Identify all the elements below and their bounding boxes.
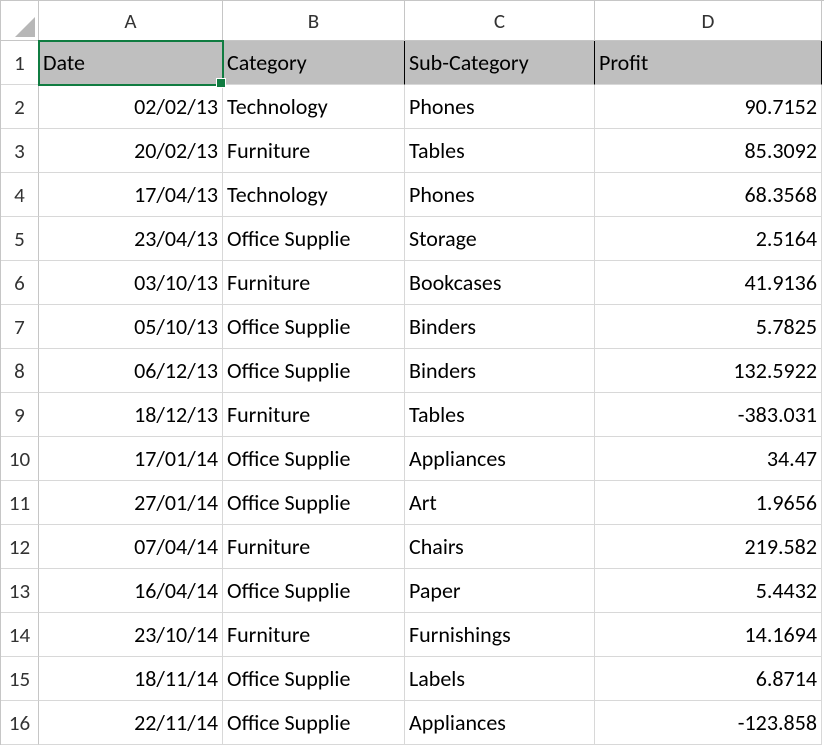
row-header[interactable]: 12 xyxy=(1,525,39,569)
cell[interactable]: Office Supplie xyxy=(223,437,405,481)
cell[interactable]: Art xyxy=(405,481,595,525)
cell[interactable]: Furniture xyxy=(223,261,405,305)
row-header[interactable]: 8 xyxy=(1,349,39,393)
cell[interactable]: Phones xyxy=(405,173,595,217)
cell[interactable]: -383.031 xyxy=(595,393,822,437)
row-header[interactable]: 16 xyxy=(1,701,39,745)
cell[interactable]: Furnishings xyxy=(405,613,595,657)
cell[interactable]: 90.7152 xyxy=(595,85,822,129)
header-cell[interactable]: Profit xyxy=(595,41,822,85)
cell[interactable]: Office Supplie xyxy=(223,701,405,745)
row-header[interactable]: 1 xyxy=(1,41,39,85)
cell[interactable]: 85.3092 xyxy=(595,129,822,173)
row-header[interactable]: 4 xyxy=(1,173,39,217)
cell[interactable]: Technology xyxy=(223,85,405,129)
cell[interactable]: 06/12/13 xyxy=(39,349,223,393)
cell[interactable]: 23/04/13 xyxy=(39,217,223,261)
cell[interactable]: 34.47 xyxy=(595,437,822,481)
cell[interactable]: Office Supplie xyxy=(223,657,405,701)
cell[interactable]: 22/11/14 xyxy=(39,701,223,745)
row-header[interactable]: 6 xyxy=(1,261,39,305)
cell[interactable]: Tables xyxy=(405,129,595,173)
cell[interactable]: 68.3568 xyxy=(595,173,822,217)
cell[interactable]: 17/04/13 xyxy=(39,173,223,217)
row-header[interactable]: 2 xyxy=(1,85,39,129)
cell[interactable]: Furniture xyxy=(223,613,405,657)
cell[interactable]: Binders xyxy=(405,349,595,393)
header-cell[interactable]: Date xyxy=(39,41,223,85)
cell[interactable]: 05/10/13 xyxy=(39,305,223,349)
cell[interactable]: 18/11/14 xyxy=(39,657,223,701)
row-header[interactable]: 5 xyxy=(1,217,39,261)
cell[interactable]: Furniture xyxy=(223,525,405,569)
cell[interactable]: 23/10/14 xyxy=(39,613,223,657)
cell[interactable]: Furniture xyxy=(223,129,405,173)
cell[interactable]: 132.5922 xyxy=(595,349,822,393)
cell[interactable]: 219.582 xyxy=(595,525,822,569)
cell[interactable]: Binders xyxy=(405,305,595,349)
cell[interactable]: 2.5164 xyxy=(595,217,822,261)
row-header[interactable]: 9 xyxy=(1,393,39,437)
cell[interactable]: 16/04/14 xyxy=(39,569,223,613)
cell[interactable]: 18/12/13 xyxy=(39,393,223,437)
row-header[interactable]: 10 xyxy=(1,437,39,481)
column-header-B[interactable]: B xyxy=(223,1,405,41)
cell[interactable]: Office Supplie xyxy=(223,481,405,525)
column-header-D[interactable]: D xyxy=(595,1,822,41)
header-cell[interactable]: Category xyxy=(223,41,405,85)
cell[interactable]: 6.8714 xyxy=(595,657,822,701)
cell[interactable]: Office Supplie xyxy=(223,569,405,613)
cell[interactable]: 03/10/13 xyxy=(39,261,223,305)
cell[interactable]: Paper xyxy=(405,569,595,613)
header-cell[interactable]: Sub-Category xyxy=(405,41,595,85)
cell[interactable]: Technology xyxy=(223,173,405,217)
cell[interactable]: Tables xyxy=(405,393,595,437)
cell[interactable]: 02/02/13 xyxy=(39,85,223,129)
cell[interactable]: Appliances xyxy=(405,437,595,481)
row-header[interactable]: 14 xyxy=(1,613,39,657)
column-header-A[interactable]: A xyxy=(39,1,223,41)
select-all-corner[interactable] xyxy=(1,1,39,41)
cell[interactable]: 41.9136 xyxy=(595,261,822,305)
cell[interactable]: Labels xyxy=(405,657,595,701)
row-header[interactable]: 13 xyxy=(1,569,39,613)
cell[interactable]: 5.7825 xyxy=(595,305,822,349)
cell[interactable]: Storage xyxy=(405,217,595,261)
row-header[interactable]: 15 xyxy=(1,657,39,701)
cell[interactable]: 1.9656 xyxy=(595,481,822,525)
cell[interactable]: 27/01/14 xyxy=(39,481,223,525)
column-header-C[interactable]: C xyxy=(405,1,595,41)
cell[interactable]: Office Supplie xyxy=(223,305,405,349)
cell[interactable]: Bookcases xyxy=(405,261,595,305)
spreadsheet-grid[interactable]: A B C D 1 Date Category Sub-Category Pro… xyxy=(0,0,824,745)
row-header[interactable]: 11 xyxy=(1,481,39,525)
cell[interactable]: Phones xyxy=(405,85,595,129)
cell[interactable]: 17/01/14 xyxy=(39,437,223,481)
row-header[interactable]: 3 xyxy=(1,129,39,173)
cell[interactable]: Chairs xyxy=(405,525,595,569)
cell[interactable]: 20/02/13 xyxy=(39,129,223,173)
cell[interactable]: -123.858 xyxy=(595,701,822,745)
cell[interactable]: Appliances xyxy=(405,701,595,745)
cell[interactable]: Office Supplie xyxy=(223,349,405,393)
cell[interactable]: Office Supplie xyxy=(223,217,405,261)
cell[interactable]: Furniture xyxy=(223,393,405,437)
cell[interactable]: 14.1694 xyxy=(595,613,822,657)
row-header[interactable]: 7 xyxy=(1,305,39,349)
cell[interactable]: 5.4432 xyxy=(595,569,822,613)
cell[interactable]: 07/04/14 xyxy=(39,525,223,569)
